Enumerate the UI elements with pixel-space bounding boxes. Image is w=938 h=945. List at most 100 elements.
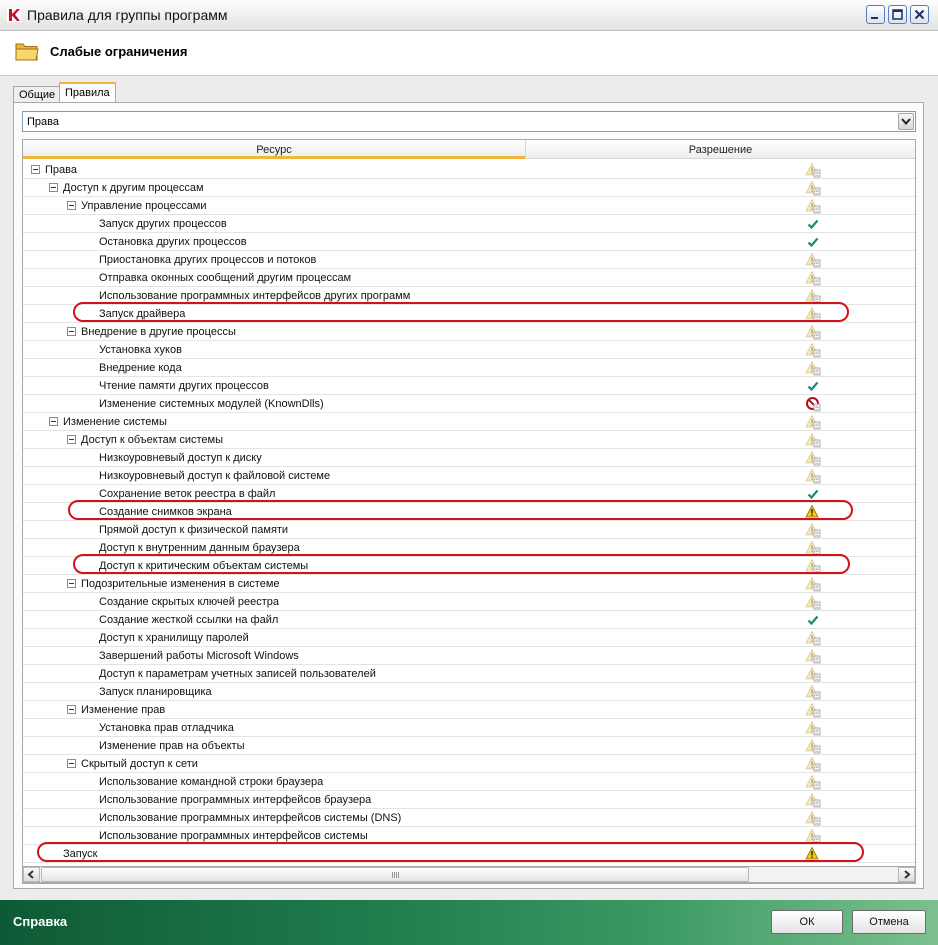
tree-row[interactable]: Установка прав отладчика [23,719,915,737]
inherited-warning-icon[interactable] [805,450,821,466]
tab-general[interactable]: Общие [13,86,62,102]
tree-row[interactable]: Управление процессами [23,197,915,215]
tree-row[interactable]: Скрытый доступ к сети [23,755,915,773]
warning-icon[interactable] [805,504,821,520]
inherited-warning-icon[interactable] [805,684,821,700]
inherited-warning-icon[interactable] [805,540,821,556]
tree-row[interactable]: Доступ к параметрам учетных записей поль… [23,665,915,683]
tree-row[interactable]: Запуск [23,845,915,863]
close-button[interactable] [910,5,929,24]
inherited-warning-icon[interactable] [805,756,821,772]
tree-row[interactable]: Сохранение веток реестра в файл [23,485,915,503]
ok-button[interactable]: ОК [771,910,843,934]
scroll-right-button[interactable] [898,867,915,882]
inherited-warning-icon[interactable] [805,522,821,538]
inherited-warning-icon[interactable] [805,828,821,844]
collapse-toggle-icon[interactable] [67,759,76,768]
tree-row[interactable]: Отправка оконных сообщений другим процес… [23,269,915,287]
collapse-toggle-icon[interactable] [67,435,76,444]
inherited-warning-icon[interactable] [805,162,821,178]
cancel-button[interactable]: Отмена [852,910,926,934]
inherited-warning-icon[interactable] [805,774,821,790]
collapse-toggle-icon[interactable] [67,201,76,210]
horizontal-scrollbar[interactable] [22,866,916,883]
tree-row[interactable]: Низкоуровневый доступ к файловой системе [23,467,915,485]
tree-row[interactable]: Доступ к другим процессам [23,179,915,197]
tree-row[interactable]: Использование программных интерфейсов си… [23,809,915,827]
allow-check-icon[interactable] [805,486,821,502]
inherited-warning-icon[interactable] [805,324,821,340]
tree-row[interactable]: Остановка других процессов [23,233,915,251]
collapse-toggle-icon[interactable] [49,417,58,426]
inherited-warning-icon[interactable] [805,252,821,268]
inherited-warning-icon[interactable] [805,288,821,304]
inherited-warning-icon[interactable] [805,666,821,682]
tree-row[interactable]: Доступ к критическим объектам системы [23,557,915,575]
tree-row[interactable]: Использование программных интерфейсов си… [23,827,915,845]
allow-check-icon[interactable] [805,612,821,628]
inherited-warning-icon[interactable] [805,468,821,484]
rules-filter-select[interactable]: Права [22,111,916,132]
tree-row[interactable]: Создание снимков экрана [23,503,915,521]
tree-row[interactable]: Доступ к хранилищу паролей [23,629,915,647]
allow-check-icon[interactable] [805,378,821,394]
tree-row[interactable]: Прямой доступ к физической памяти [23,521,915,539]
collapse-toggle-icon[interactable] [67,705,76,714]
inherited-warning-icon[interactable] [805,738,821,754]
inherited-warning-icon[interactable] [805,558,821,574]
inherited-warning-icon[interactable] [805,306,821,322]
tree-row[interactable]: Внедрение кода [23,359,915,377]
inherited-warning-icon[interactable] [805,810,821,826]
inherited-warning-icon[interactable] [805,792,821,808]
tree-row[interactable]: Использование программных интерфейсов др… [23,287,915,305]
warning-icon[interactable] [805,846,821,862]
tree-row[interactable]: Внедрение в другие процессы [23,323,915,341]
tree-row[interactable]: Приостановка других процессов и потоков [23,251,915,269]
help-link[interactable]: Справка [13,914,67,929]
tree-row[interactable]: Запуск других процессов [23,215,915,233]
tree-row[interactable]: Подозрительные изменения в системе [23,575,915,593]
collapse-toggle-icon[interactable] [31,165,40,174]
scroll-left-button[interactable] [23,867,40,882]
tree-row[interactable]: Использование командной строки браузера [23,773,915,791]
column-header-permission[interactable]: Разрешение [525,140,915,159]
tree-row[interactable]: Запуск драйвера [23,305,915,323]
tree-row[interactable]: Доступ к внутренним данным браузера [23,539,915,557]
collapse-toggle-icon[interactable] [67,327,76,336]
tab-rules[interactable]: Правила [59,82,116,103]
inherited-warning-icon[interactable] [805,414,821,430]
inherited-warning-icon[interactable] [805,360,821,376]
tree-row[interactable]: Завершений работы Microsoft Windows [23,647,915,665]
inherited-warning-icon[interactable] [805,594,821,610]
inherited-warning-icon[interactable] [805,630,821,646]
minimize-button[interactable] [866,5,885,24]
tree-row[interactable]: Запуск планировщика [23,683,915,701]
tree-row[interactable]: Низкоуровневый доступ к диску [23,449,915,467]
inherited-warning-icon[interactable] [805,198,821,214]
inherited-warning-icon[interactable] [805,432,821,448]
collapse-toggle-icon[interactable] [67,579,76,588]
scrollbar-thumb[interactable] [41,867,749,882]
tree-row[interactable]: Создание скрытых ключей реестра [23,593,915,611]
inherited-warning-icon[interactable] [805,576,821,592]
inherited-warning-icon[interactable] [805,702,821,718]
tree-row[interactable]: Изменение прав на объекты [23,737,915,755]
tree-row[interactable]: Права [23,161,915,179]
column-header-resource[interactable]: Ресурс [23,140,525,159]
inherited-warning-icon[interactable] [805,342,821,358]
tree-row[interactable]: Изменение прав [23,701,915,719]
dropdown-button[interactable] [898,113,914,130]
inherited-warning-icon[interactable] [805,270,821,286]
tree-row[interactable]: Доступ к объектам системы [23,431,915,449]
tree-row[interactable]: Использование программных интерфейсов бр… [23,791,915,809]
tree-row[interactable]: Изменение системы [23,413,915,431]
allow-check-icon[interactable] [805,216,821,232]
tree-row[interactable]: Установка хуков [23,341,915,359]
tree-row[interactable]: Изменение системных модулей (KnownDlls) [23,395,915,413]
tree-row[interactable]: Чтение памяти других процессов [23,377,915,395]
collapse-toggle-icon[interactable] [49,183,58,192]
block-icon[interactable] [805,396,821,412]
inherited-warning-icon[interactable] [805,180,821,196]
inherited-warning-icon[interactable] [805,720,821,736]
allow-check-icon[interactable] [805,234,821,250]
